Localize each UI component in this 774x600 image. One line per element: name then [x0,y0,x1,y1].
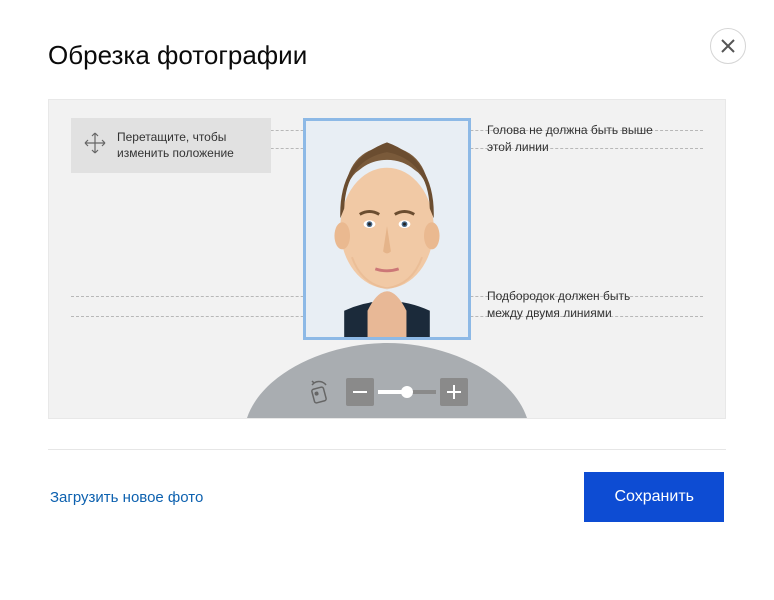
slider-handle[interactable] [401,386,413,398]
modal-title: Обрезка фотографии [48,40,726,71]
rotate-icon [306,379,332,405]
close-icon [721,39,735,53]
divider [48,449,726,450]
zoom-slider[interactable] [378,390,436,394]
move-arrows-icon [83,131,107,160]
crop-modal: Обрезка фотографии Перетащите, чтобы изм… [0,0,774,552]
drag-hint-text: Перетащите, чтобы изменить положение [117,130,255,161]
crop-frame[interactable] [303,118,471,340]
zoom-out-button[interactable] [346,378,374,406]
modal-footer: Загрузить новое фото Сохранить [48,472,726,522]
drag-hint-box: Перетащите, чтобы изменить положение [71,118,271,173]
save-button[interactable]: Сохранить [584,472,724,522]
minus-icon [353,391,367,393]
zoom-in-button[interactable] [440,378,468,406]
rotate-button[interactable] [306,379,332,405]
upload-new-link[interactable]: Загрузить новое фото [50,489,203,506]
head-guide-text: Голова не должна быть выше этой линии [487,122,667,156]
zoom-controls [306,378,468,406]
photo-editor: Перетащите, чтобы изменить положение Гол… [48,99,726,419]
photo-preview [306,121,468,337]
close-button[interactable] [710,28,746,64]
zoom-slider-group [346,378,468,406]
